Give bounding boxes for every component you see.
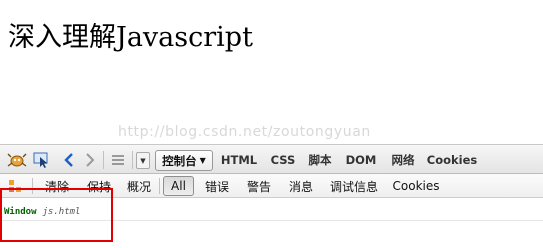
tab-dom[interactable]: DOM [342, 145, 380, 175]
page-heading: 深入理解Javascript [8, 22, 253, 53]
firebug-icon[interactable] [6, 145, 28, 175]
toolbar-divider [103, 151, 104, 169]
filter-cookies-button[interactable]: Cookies [390, 174, 442, 198]
filter-all-button[interactable]: All [163, 176, 194, 196]
tab-script[interactable]: 脚本 [304, 145, 336, 175]
tab-css-label: CSS [270, 153, 296, 167]
tab-html[interactable]: HTML [218, 145, 260, 175]
toolbar-divider [132, 151, 133, 169]
filter-debug-button[interactable]: 调试信息 [326, 174, 382, 198]
tab-dom-label: DOM [345, 153, 377, 167]
forward-icon[interactable] [82, 145, 98, 175]
tab-css[interactable]: CSS [266, 145, 300, 175]
panel-menu-dropdown[interactable]: ▼ [136, 152, 150, 169]
chevron-down-icon: ▼ [199, 156, 206, 165]
back-icon[interactable] [61, 145, 77, 175]
command-line-icon[interactable] [108, 145, 128, 175]
tab-net-label: 网络 [391, 153, 415, 167]
tab-html-label: HTML [220, 153, 258, 167]
subtoolbar-divider [159, 178, 160, 194]
tab-console-label: 控制台 [162, 153, 197, 168]
chevron-down-icon: ▼ [140, 156, 146, 165]
profile-button[interactable]: 概况 [122, 174, 156, 198]
tab-cookies[interactable]: Cookies [426, 145, 478, 175]
highlight-box [0, 188, 113, 242]
inspect-icon[interactable] [32, 145, 52, 175]
tab-net[interactable]: 网络 [386, 145, 420, 175]
filter-info-button[interactable]: 消息 [284, 174, 318, 198]
tab-console[interactable]: 控制台 ▼ [155, 150, 213, 171]
filter-warnings-button[interactable]: 警告 [242, 174, 276, 198]
filter-errors-button[interactable]: 错误 [200, 174, 234, 198]
watermark: http://blog.csdn.net/zoutongyuan [118, 124, 371, 140]
firebug-toolbar: ▼ 控制台 ▼ HTML CSS 脚本 DOM 网络 Cookies [0, 144, 543, 174]
tab-cookies-label: Cookies [426, 153, 478, 167]
tab-script-label: 脚本 [308, 153, 332, 167]
